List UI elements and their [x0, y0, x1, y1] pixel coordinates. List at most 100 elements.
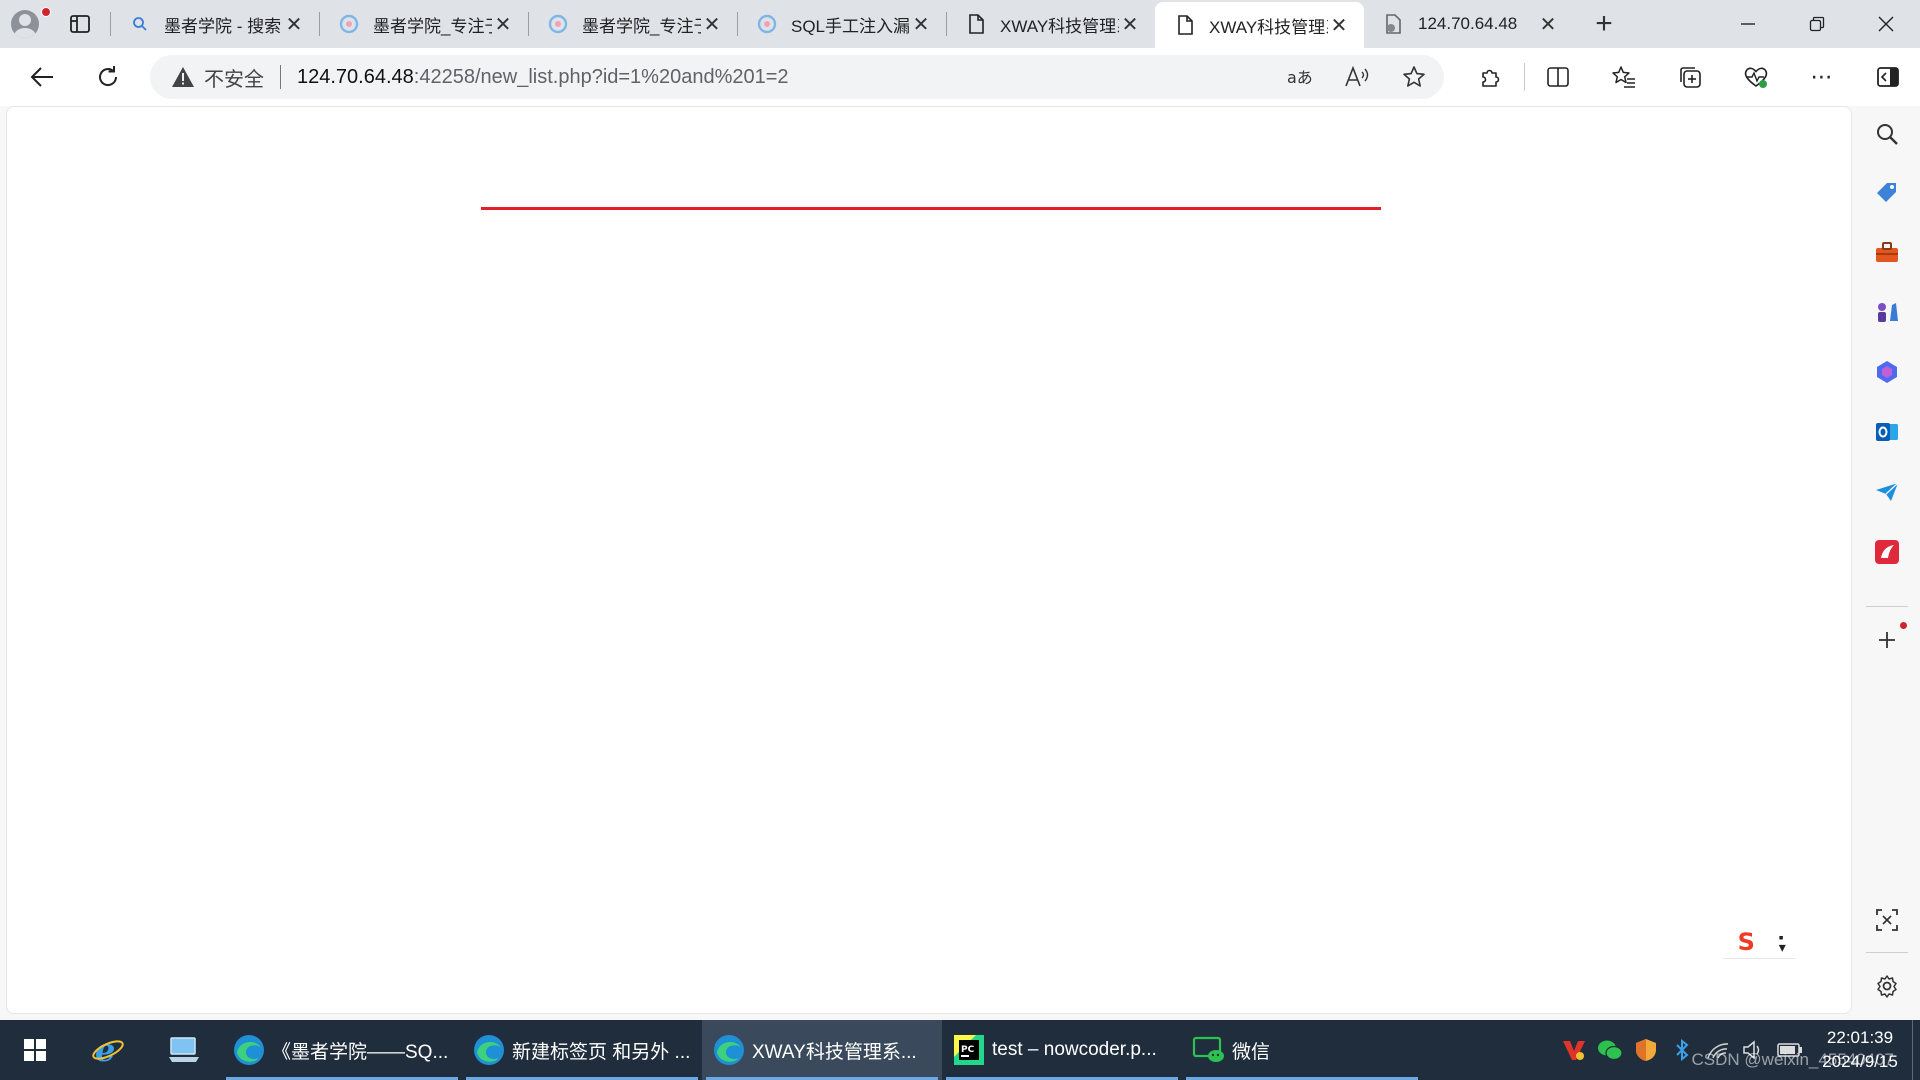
close-icon[interactable]: ✕ [283, 13, 305, 36]
minimize-icon [1740, 23, 1755, 25]
close-icon[interactable]: ✕ [910, 13, 932, 36]
tab-5[interactable]: XWAY科技管理系统 ✕ [946, 0, 1155, 48]
toolbar-right: ⋯ [1458, 48, 1920, 106]
tab-actions-icon [70, 15, 90, 33]
wechat-icon [1598, 1040, 1623, 1061]
wechat-icon [1190, 1031, 1228, 1069]
tab-4[interactable]: SQL手工注入漏洞测试 ✕ [737, 0, 946, 48]
tab-separator [110, 12, 111, 36]
close-window-button[interactable] [1851, 0, 1920, 48]
web-page-content: S ▪ ▾ [6, 106, 1852, 1014]
back-button[interactable] [16, 51, 68, 103]
sidebar-outlook[interactable] [1854, 410, 1920, 454]
sidebar-screenshot[interactable] [1854, 898, 1920, 942]
mozhe-icon [548, 14, 568, 34]
browser-essentials-button[interactable] [1723, 48, 1789, 106]
minimize-button[interactable] [1713, 0, 1782, 48]
sidebar-app[interactable] [1854, 530, 1920, 574]
heart-pulse-icon [1744, 67, 1768, 88]
mozhe-icon [339, 14, 359, 34]
tab-6-active[interactable]: XWAY科技管理系统 ✕ [1155, 2, 1364, 48]
windows-logo-icon [24, 1039, 46, 1061]
tab-title: 墨者学院_专注于网络安全 [582, 16, 701, 36]
tab-title: 墨者学院 - 搜索 [164, 16, 282, 36]
edge-icon [710, 1031, 748, 1069]
taskbar-app-3-active[interactable]: XWAY科技管理系... [702, 1020, 942, 1080]
sidebar-shopping[interactable] [1854, 170, 1920, 214]
search-icon [130, 14, 150, 34]
address-bar-actions: aあ [1286, 55, 1426, 99]
app-icon [1875, 540, 1899, 564]
outlook-icon [1876, 423, 1898, 441]
refresh-icon [99, 66, 118, 86]
close-icon[interactable]: ✕ [701, 13, 723, 36]
taskbar-app-label: 新建标签页 和另外 ... [512, 1041, 691, 1063]
settings-more-button[interactable]: ⋯ [1789, 48, 1855, 106]
tab-1[interactable]: 墨者学院 - 搜索 ✕ [110, 0, 319, 48]
sidebar-add[interactable] [1854, 618, 1920, 662]
close-icon[interactable]: ✕ [492, 13, 514, 36]
sidebar-games[interactable] [1854, 290, 1920, 334]
taskbar-app-1[interactable]: 《墨者学院——SQ... [222, 1020, 462, 1080]
url-text[interactable]: 124.70.64.48:42258/new_list.php?id=1%20a… [297, 66, 789, 89]
tab-7[interactable]: 124.70.64.48 ✕ [1364, 0, 1573, 48]
sidebar-search[interactable] [1854, 112, 1920, 156]
split-screen-button[interactable] [1525, 48, 1591, 106]
close-icon[interactable]: ✕ [1537, 13, 1559, 36]
restore-button[interactable] [1782, 0, 1851, 48]
sidebar-office[interactable] [1854, 350, 1920, 394]
translate-icon[interactable]: aあ [1286, 67, 1312, 87]
sidebar-drop[interactable] [1854, 470, 1920, 514]
bluetooth-icon [1676, 1038, 1689, 1062]
this-pc-button[interactable] [146, 1020, 222, 1080]
taskbar-app-4[interactable]: PC test – nowcoder.p... [942, 1020, 1182, 1080]
collections-button[interactable] [1657, 48, 1723, 106]
back-arrow-icon [30, 67, 53, 87]
start-button[interactable] [0, 1020, 70, 1080]
favorites-button[interactable] [1591, 48, 1657, 106]
tab-title: 墨者学院_专注于网络安全 [373, 16, 492, 36]
tab-title: SQL手工注入漏洞测试 [791, 16, 910, 36]
close-icon[interactable]: ✕ [1328, 14, 1350, 37]
close-icon[interactable]: ✕ [1119, 13, 1141, 36]
url-path: :42258/new_list.php?id=1%20and%201=2 [413, 65, 789, 88]
computer-icon [169, 1037, 199, 1062]
tray-vpn[interactable] [1556, 1020, 1592, 1080]
favorite-star-icon[interactable] [1402, 65, 1426, 89]
sidebar-tools[interactable] [1854, 230, 1920, 274]
ime-toolbar[interactable]: S ▪ ▾ [1723, 925, 1795, 959]
ie-icon: e [92, 1033, 124, 1067]
taskbar-app-label: test – nowcoder.p... [992, 1039, 1157, 1060]
internet-explorer-button[interactable]: e [70, 1020, 146, 1080]
restore-icon [1809, 16, 1824, 32]
tray-wechat[interactable] [1592, 1020, 1628, 1080]
refresh-button[interactable] [82, 51, 134, 103]
tab-2[interactable]: 墨者学院_专注于网络安全 ✕ [319, 0, 528, 48]
security-label[interactable]: 不安全 [204, 63, 264, 92]
extensions-button[interactable] [1458, 48, 1524, 106]
sidebar-toggle-icon [1877, 67, 1899, 87]
browser-toolbar: 不安全 124.70.64.48:42258/new_list.php?id=1… [0, 48, 1920, 106]
warning-icon[interactable] [170, 64, 196, 90]
taskbar-app-5[interactable]: 微信 [1182, 1020, 1422, 1080]
games-icon [1878, 303, 1898, 322]
mozhe-icon [757, 14, 777, 34]
read-aloud-icon[interactable] [1344, 66, 1370, 88]
profile-button[interactable] [0, 0, 51, 48]
sidebar-toggle-button[interactable] [1855, 48, 1920, 106]
tab-actions-button[interactable] [50, 0, 110, 48]
tray-security[interactable] [1628, 1020, 1664, 1080]
show-desktop-button[interactable] [1912, 1020, 1920, 1080]
new-tab-button[interactable]: + [1573, 0, 1635, 48]
plus-icon: + [1595, 7, 1613, 40]
security-v-icon [1563, 1041, 1585, 1060]
tab-3[interactable]: 墨者学院_专注于网络安全 ✕ [528, 0, 737, 48]
address-bar[interactable]: 不安全 124.70.64.48:42258/new_list.php?id=1… [150, 55, 1444, 99]
taskbar-app-2[interactable]: 新建标签页 和另外 ... [462, 1020, 702, 1080]
shield-icon [1636, 1039, 1656, 1061]
sidebar-settings[interactable] [1854, 964, 1920, 1008]
sogou-ime-icon[interactable]: S [1732, 928, 1760, 956]
close-icon [1878, 16, 1893, 32]
toolbox-icon [1876, 242, 1898, 262]
ime-menu-icon[interactable]: ▪ ▾ [1779, 930, 1786, 954]
